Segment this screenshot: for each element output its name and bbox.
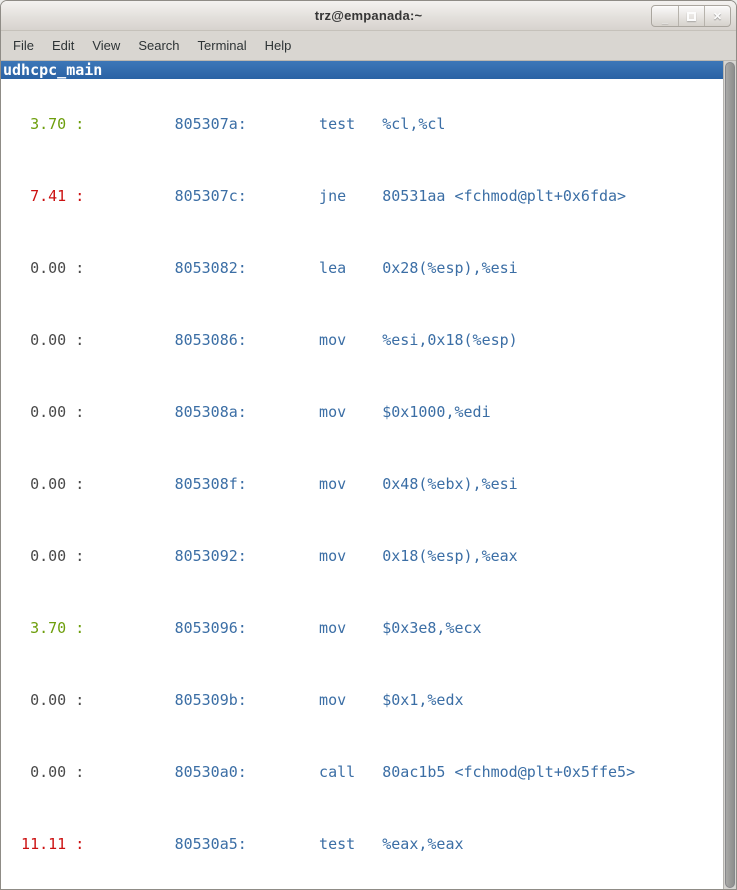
- instruction-mnemonic: mov: [319, 619, 382, 637]
- asm-row: 3.70 :805307a:test%cl,%cl: [3, 115, 723, 133]
- asm-row: 3.70 :8053096:mov$0x3e8,%ecx: [3, 619, 723, 637]
- percent-value: 0.00: [3, 547, 66, 565]
- percent-separator: :: [66, 403, 174, 421]
- percent-value: 0.00: [3, 691, 66, 709]
- instruction-mnemonic: jne: [319, 187, 382, 205]
- percent-separator: :: [66, 835, 174, 853]
- scrollbar-thumb[interactable]: [725, 62, 735, 888]
- instruction-mnemonic: mov: [319, 547, 382, 565]
- symbol-header: udhcpc_main: [1, 61, 723, 79]
- instruction-operands: 80ac1b5 <fchmod@plt+0x5ffe5>: [382, 763, 635, 781]
- percent-value: 3.70: [3, 115, 66, 133]
- window-title: trz@empanada:~: [315, 8, 423, 23]
- title-bar[interactable]: trz@empanada:~ _ ✕: [1, 1, 736, 31]
- instruction-address: 8053092:: [175, 547, 319, 565]
- instruction-operands: 0x28(%esp),%esi: [382, 259, 517, 277]
- asm-row: 0.00 :80530a0:call80ac1b5 <fchmod@plt+0x…: [3, 763, 723, 781]
- terminal-window: trz@empanada:~ _ ✕ File Edit View Search…: [0, 0, 737, 890]
- instruction-address: 8053082:: [175, 259, 319, 277]
- terminal-area: udhcpc_main 3.70 :805307a:test%cl,%cl 7.…: [1, 61, 736, 889]
- close-icon: ✕: [713, 10, 722, 23]
- percent-separator: :: [66, 619, 174, 637]
- asm-row: 7.41 :805307c:jne80531aa <fchmod@plt+0x6…: [3, 187, 723, 205]
- menu-edit[interactable]: Edit: [43, 33, 83, 58]
- percent-separator: :: [66, 115, 174, 133]
- percent-separator: :: [66, 331, 174, 349]
- instruction-operands: 0x18(%esp),%eax: [382, 547, 517, 565]
- instruction-address: 805308a:: [175, 403, 319, 421]
- instruction-operands: %eax,%eax: [382, 835, 463, 853]
- minimize-button[interactable]: _: [652, 6, 678, 26]
- instruction-operands: $0x1,%edx: [382, 691, 463, 709]
- window-controls: _ ✕: [651, 5, 731, 27]
- menu-view[interactable]: View: [83, 33, 129, 58]
- percent-separator: :: [66, 691, 174, 709]
- asm-row: 11.11 :80530a5:test%eax,%eax: [3, 835, 723, 853]
- close-button[interactable]: ✕: [704, 6, 730, 26]
- percent-value: 0.00: [3, 763, 66, 781]
- instruction-address: 80530a0:: [175, 763, 319, 781]
- asm-listing: 3.70 :805307a:test%cl,%cl 7.41 :805307c:…: [3, 79, 723, 889]
- instruction-address: 8053086:: [175, 331, 319, 349]
- percent-value: 0.00: [3, 331, 66, 349]
- instruction-mnemonic: mov: [319, 331, 382, 349]
- instruction-address: 805308f:: [175, 475, 319, 493]
- percent-value: 7.41: [3, 187, 66, 205]
- instruction-mnemonic: mov: [319, 475, 382, 493]
- instruction-address: 805309b:: [175, 691, 319, 709]
- percent-value: 11.11: [3, 835, 66, 853]
- instruction-operands: %cl,%cl: [382, 115, 445, 133]
- asm-row: 0.00 :8053082:lea0x28(%esp),%esi: [3, 259, 723, 277]
- percent-separator: :: [66, 475, 174, 493]
- instruction-mnemonic: test: [319, 835, 382, 853]
- percent-separator: :: [66, 547, 174, 565]
- instruction-mnemonic: call: [319, 763, 382, 781]
- instruction-operands: $0x3e8,%ecx: [382, 619, 481, 637]
- asm-row: 0.00 :8053086:mov%esi,0x18(%esp): [3, 331, 723, 349]
- menu-bar: File Edit View Search Terminal Help: [1, 31, 736, 61]
- instruction-address: 805307c:: [175, 187, 319, 205]
- percent-separator: :: [66, 259, 174, 277]
- menu-help[interactable]: Help: [256, 33, 301, 58]
- menu-search[interactable]: Search: [129, 33, 188, 58]
- instruction-mnemonic: mov: [319, 691, 382, 709]
- minimize-icon: _: [662, 13, 668, 25]
- percent-separator: :: [66, 187, 174, 205]
- instruction-address: 80530a5:: [175, 835, 319, 853]
- percent-value: 0.00: [3, 259, 66, 277]
- instruction-address: 805307a:: [175, 115, 319, 133]
- percent-value: 0.00: [3, 403, 66, 421]
- instruction-mnemonic: lea: [319, 259, 382, 277]
- instruction-address: 8053096:: [175, 619, 319, 637]
- menu-terminal[interactable]: Terminal: [189, 33, 256, 58]
- maximize-icon: [687, 12, 696, 21]
- instruction-operands: $0x1000,%edi: [382, 403, 490, 421]
- perf-annotate-view: udhcpc_main 3.70 :805307a:test%cl,%cl 7.…: [1, 61, 723, 889]
- asm-row: 0.00 :805309b:mov$0x1,%edx: [3, 691, 723, 709]
- percent-separator: :: [66, 763, 174, 781]
- asm-row: 0.00 :805308a:mov$0x1000,%edi: [3, 403, 723, 421]
- instruction-mnemonic: mov: [319, 403, 382, 421]
- asm-row: 0.00 :805308f:mov0x48(%ebx),%esi: [3, 475, 723, 493]
- instruction-operands: 80531aa <fchmod@plt+0x6fda>: [382, 187, 626, 205]
- percent-value: 3.70: [3, 619, 66, 637]
- instruction-mnemonic: test: [319, 115, 382, 133]
- asm-row: 0.00 :8053092:mov0x18(%esp),%eax: [3, 547, 723, 565]
- maximize-button[interactable]: [678, 6, 704, 26]
- instruction-operands: 0x48(%ebx),%esi: [382, 475, 517, 493]
- instruction-operands: %esi,0x18(%esp): [382, 331, 517, 349]
- menu-file[interactable]: File: [4, 33, 43, 58]
- scrollbar[interactable]: [723, 61, 736, 889]
- percent-value: 0.00: [3, 475, 66, 493]
